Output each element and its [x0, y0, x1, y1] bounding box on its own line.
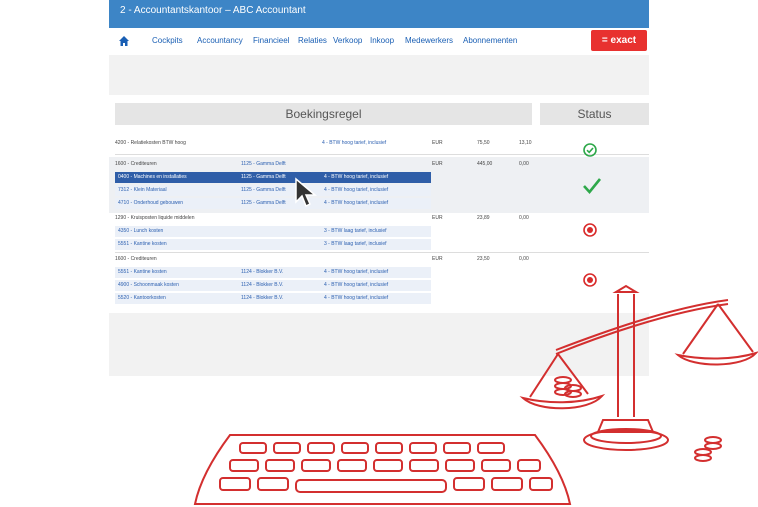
vat-cell: 3 - BTW laag tarief, inclusief: [324, 241, 387, 247]
currency-cell: EUR: [432, 256, 443, 262]
table-row[interactable]: 7312 - Klein Materiaal 1125 - Gamma Delf…: [115, 185, 431, 196]
account-cell: 4900 - Schoonmaak kosten: [118, 282, 179, 288]
table-row[interactable]: 5551 - Kantine kosten 1124 - Blokker B.V…: [115, 267, 431, 278]
check-icon: [583, 178, 602, 194]
vat-cell: 4 - BTW hoog tarief, inclusief: [324, 295, 389, 301]
vat-amount-cell: 13,10: [519, 140, 532, 146]
account-cell: 7312 - Klein Materiaal: [118, 187, 167, 193]
table-row[interactable]: 4350 - Lunch kosten 3 - BTW laag tarief,…: [115, 226, 431, 237]
currency-cell: EUR: [432, 215, 443, 221]
table-row-selected[interactable]: 0400 - Machines en installaties 1125 - G…: [115, 172, 431, 183]
relation-cell: 1125 - Gamma Delft: [241, 187, 286, 193]
table-row[interactable]: 4900 - Schoonmaak kosten 1124 - Blokker …: [115, 280, 431, 291]
relation-cell: 1125 - Gamma Delft: [241, 200, 286, 206]
nav-relaties[interactable]: Relaties: [298, 36, 327, 45]
nav-cockpits[interactable]: Cockpits: [152, 36, 183, 45]
account-cell: 0400 - Machines en installaties: [118, 174, 187, 180]
amount-cell: 23,89: [477, 215, 490, 221]
cursor-icon: [295, 177, 318, 208]
nav-medewerkers[interactable]: Medewerkers: [405, 36, 453, 45]
keyboard-icon: [193, 434, 572, 505]
nav-verkoop[interactable]: Verkoop: [333, 36, 362, 45]
account-cell: 4710 - Onderhoud gebouwen: [118, 200, 184, 206]
amount-cell: 445,00: [477, 161, 493, 167]
account-cell: 4200 - Relatiekosten BTW hoog: [115, 140, 186, 146]
amount-cell: 23,50: [477, 256, 490, 262]
nav-inkoop[interactable]: Inkoop: [370, 36, 394, 45]
vat-amount-cell: 0,00: [519, 256, 529, 262]
vat-cell: 4 - BTW hoog tarief, inclusief: [324, 174, 389, 180]
vat-cell: 4 - BTW hoog tarief, inclusief: [322, 140, 387, 146]
account-cell: 5551 - Kantine kosten: [118, 241, 167, 247]
toolbar: [109, 55, 649, 83]
table-row[interactable]: 5520 - Kantoorkosten 1124 - Blokker B.V.…: [115, 293, 431, 304]
main-nav: Cockpits Accountancy Financieel Relaties…: [109, 28, 649, 55]
relation-cell: 1124 - Blokker B.V.: [241, 269, 284, 275]
account-cell: 5551 - Kantine kosten: [118, 269, 167, 275]
vat-cell: 4 - BTW hoog tarief, inclusief: [324, 200, 389, 206]
vat-cell: 3 - BTW laag tarief, inclusief: [324, 228, 387, 234]
account-cell: 1600 - Crediteuren: [115, 161, 157, 167]
table-row[interactable]: 4710 - Onderhoud gebouwen 1125 - Gamma D…: [115, 198, 431, 209]
account-cell: 4350 - Lunch kosten: [118, 228, 164, 234]
vat-cell: 4 - BTW hoog tarief, inclusief: [324, 269, 389, 275]
table-row[interactable]: 1290 - Kruisposten liquide middelen EUR …: [115, 213, 535, 224]
error-circle-icon: [583, 223, 597, 237]
vat-cell: 4 - BTW hoog tarief, inclusief: [324, 187, 389, 193]
amount-cell: 75,50: [477, 140, 490, 146]
table-row[interactable]: 5551 - Kantine kosten 3 - BTW laag tarie…: [115, 239, 431, 250]
account-cell: 1290 - Kruisposten liquide middelen: [115, 215, 195, 221]
exact-logo: = exact: [591, 30, 647, 51]
account-cell: 1600 - Crediteuren: [115, 256, 157, 262]
relation-cell: 1124 - Blokker B.V.: [241, 295, 284, 301]
relation-cell: 1125 - Gamma Delft: [241, 161, 286, 167]
vat-cell: 4 - BTW hoog tarief, inclusief: [324, 282, 389, 288]
relation-cell: 1125 - Gamma Delft: [241, 174, 286, 180]
nav-accountancy[interactable]: Accountancy: [197, 36, 243, 45]
window-title: 2 - Accountantskantoor – ABC Accountant: [109, 0, 649, 28]
vat-amount-cell: 0,00: [519, 215, 529, 221]
currency-cell: EUR: [432, 161, 443, 167]
check-circle-icon: [583, 143, 597, 157]
vat-amount-cell: 0,00: [519, 161, 529, 167]
relation-cell: 1124 - Blokker B.V.: [241, 282, 284, 288]
header-booking: Boekingsregel: [115, 103, 532, 125]
table-row[interactable]: 1600 - Crediteuren EUR 23,50 0,00: [115, 254, 535, 265]
home-icon[interactable]: [119, 36, 129, 46]
account-cell: 5520 - Kantoorkosten: [118, 295, 166, 301]
currency-cell: EUR: [432, 140, 443, 146]
row-divider: [115, 252, 649, 253]
booking-table: Boekingsregel Status 4200 - Relatiekoste…: [109, 95, 649, 313]
nav-abonnementen[interactable]: Abonnementen: [463, 36, 517, 45]
row-divider: [115, 154, 649, 155]
table-row[interactable]: 1600 - Crediteuren 1125 - Gamma Delft EU…: [115, 159, 535, 170]
header-status: Status: [540, 103, 649, 125]
nav-financieel[interactable]: Financieel: [253, 36, 289, 45]
table-row[interactable]: 4200 - Relatiekosten BTW hoog 4 - BTW ho…: [115, 138, 535, 149]
